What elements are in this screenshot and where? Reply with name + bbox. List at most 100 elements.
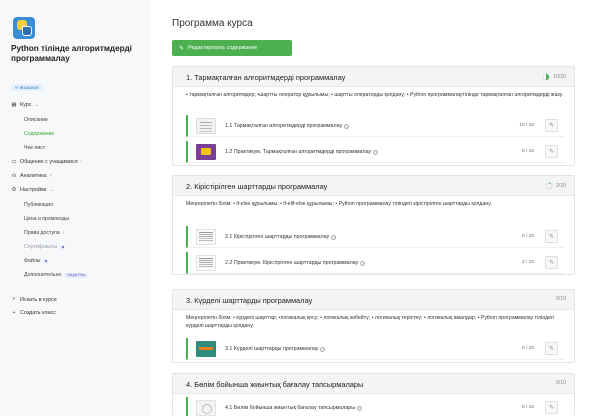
lesson-thumbnail (196, 229, 216, 245)
edit-lesson-button[interactable]: ✎ (545, 119, 558, 132)
help-icon[interactable]: ? (331, 234, 337, 240)
lesson-score: 0 / 10 (521, 346, 534, 351)
lesson-title-text: 1.2 Практикум. Тармақталған алгоритмдерд… (225, 149, 372, 155)
sidebar-item-description[interactable]: Описание (24, 117, 48, 123)
sidebar-item-checklist[interactable]: Чек-лист (24, 145, 45, 151)
lesson-title-text: 2.2 Практикум. Кірістірілген шарттарды п… (225, 260, 359, 266)
lesson-title[interactable]: 4.1 Бөлім бойынша жиынтық бағалау тапсыр… (225, 405, 363, 411)
lesson-title-text: 3.1 Күрделі шарттарды программалау (225, 346, 319, 352)
lesson-row[interactable]: 2.2 Практикум. Кірістірілген шарттарды п… (186, 252, 564, 274)
help-icon[interactable]: ? (344, 123, 350, 129)
course-title[interactable]: Python тілінде алгоритмдерді программала… (11, 44, 141, 64)
sidebar-item-analytics[interactable]: ılı Аналитика › (11, 173, 52, 179)
sidebar-item-label: Дополнительно (24, 272, 62, 278)
lesson-score: 10 / 10 (519, 123, 534, 128)
module-section: 4. Бөлім бойынша жиынтық бағалау тапсырм… (172, 373, 575, 416)
lesson-title[interactable]: 1.2 Практикум. Тармақталған алгоритмдерд… (225, 149, 379, 155)
section-progress-text: 0/10 (555, 296, 566, 302)
lesson-row[interactable]: 3.1 Күрделі шарттарды программалау ? 0 /… (186, 338, 564, 360)
lesson-title[interactable]: 3.1 Күрделі шарттарды программалау ? (225, 346, 326, 352)
lesson-score: 0 / 10 (521, 405, 534, 410)
lesson-score: 0 / 10 (521, 149, 534, 154)
help-icon[interactable]: ? (360, 260, 366, 266)
search-icon: ⌕ (12, 296, 16, 302)
section-progress: 2/20 (545, 182, 566, 190)
sidebar-item-create-class[interactable]: + Создать класс (11, 310, 56, 316)
grid-icon: ▦ (11, 102, 17, 108)
section-progress-text: 10/20 (553, 74, 566, 80)
page-title: Программа курса (172, 18, 253, 29)
sidebar-item-label: Искать в курсе (20, 296, 57, 303)
section-description: • тармақталған алгоритмдер; •шартты опер… (186, 92, 564, 98)
pencil-icon: ✎ (548, 405, 555, 411)
help-icon[interactable]: ? (373, 149, 379, 155)
sidebar-item-files[interactable]: Файлы (24, 258, 49, 264)
sidebar-item-label: Аналитика (20, 173, 47, 179)
lesson-row[interactable]: 1.2 Практикум. Тармақталған алгоритмдерд… (186, 141, 564, 163)
sidebar-item-settings[interactable]: ⚙ Настройки ⌄ (11, 187, 53, 193)
sidebar-item-label: Файлы (24, 258, 41, 264)
sidebar-item-label: Общение с учащимися (20, 159, 78, 165)
lesson-title[interactable]: 1.1 Тармақталған алгоритмдерді программа… (225, 123, 350, 129)
sidebar-item-publication[interactable]: Публикация (24, 202, 53, 208)
sidebar-item-label: Права доступа (24, 230, 60, 236)
status-badge: ✏ Жазылый (11, 84, 43, 91)
sidebar-item-additional[interactable]: Дополнительно Stepik Plus (24, 272, 89, 278)
lesson-thumbnail (196, 400, 216, 416)
section-title[interactable]: 3. Күрделі шарттарды программалау (186, 296, 312, 305)
sidebar-item-prices[interactable]: Цена и промокоды (24, 216, 69, 222)
progress-ring-icon (542, 73, 550, 81)
edit-lesson-button[interactable]: ✎ (545, 230, 558, 243)
sidebar-item-label: Настройки (20, 187, 47, 193)
edit-lesson-button[interactable]: ✎ (545, 145, 558, 158)
pencil-icon: ✎ (548, 149, 555, 155)
chevron-right-icon: › (49, 173, 52, 179)
sidebar-item-course[interactable]: ▦ Курс ⌄ (11, 102, 38, 108)
plus-icon: + (12, 310, 16, 316)
section-header: 2. Кірістірілген шарттарды программалау … (173, 176, 574, 196)
plus-badge-icon (60, 244, 66, 250)
section-progress: 0/10 (556, 380, 566, 386)
section-title[interactable]: 1. Тармақталған алгоритмдерді программал… (186, 73, 345, 82)
lesson-title-text: 1.1 Тармақталған алгоритмдерді программа… (225, 123, 343, 129)
section-progress: 10/20 (542, 73, 566, 81)
lesson-title[interactable]: 2.1 Кірістірілген шарттарды программалау… (225, 234, 337, 240)
lesson-row[interactable]: 1.1 Тармақталған алгоритмдерді программа… (186, 115, 564, 137)
pencil-icon: ✎ (548, 234, 555, 240)
lesson-title-text: 2.1 Кірістірілген шарттарды программалау (225, 234, 330, 240)
sidebar-item-search[interactable]: ⌕ Искать в курсе (11, 296, 57, 303)
lesson-row[interactable]: 2.1 Кірістірілген шарттарды программалау… (186, 226, 564, 248)
sidebar-item-contents[interactable]: Содержание (24, 131, 54, 137)
sidebar: Python тілінде алгоритмдерді программала… (0, 0, 150, 416)
pencil-icon: ✎ (548, 260, 555, 266)
section-progress-text: 2/20 (555, 183, 566, 189)
course-logo[interactable] (13, 17, 35, 39)
pencil-icon: ✎ (179, 45, 185, 52)
progress-ring-icon (545, 182, 553, 190)
sidebar-item-students[interactable]: ▭ Общение с учащимися › (11, 159, 82, 165)
sidebar-item-label: Курс (20, 102, 32, 108)
lesson-score: 0 / 10 (521, 234, 534, 239)
help-icon[interactable]: ? (357, 405, 363, 411)
section-description: Меңгерілетін білім: • күрделі шарттар; •… (186, 315, 555, 329)
lesson-thumbnail (196, 144, 216, 160)
help-icon[interactable]: ? (320, 346, 326, 352)
lesson-row[interactable]: 4.1 Бөлім бойынша жиынтық бағалау тапсыр… (186, 397, 564, 416)
lesson-thumbnail (196, 341, 216, 357)
edit-lesson-button[interactable]: ✎ (545, 401, 558, 414)
module-section: 2. Кірістірілген шарттарды программалау … (172, 175, 575, 275)
lesson-title[interactable]: 2.2 Практикум. Кірістірілген шарттарды п… (225, 260, 366, 266)
section-header: 3. Күрделі шарттарды программалау 0/10 (173, 290, 574, 310)
sidebar-item-access[interactable]: Права доступа › (24, 230, 64, 236)
plus-badge-icon (43, 258, 49, 264)
stepik-plus-badge: Stepik Plus (64, 272, 89, 278)
section-title[interactable]: 2. Кірістірілген шарттарды программалау (186, 182, 327, 191)
chevron-right-icon: › (80, 159, 83, 165)
edit-contents-button[interactable]: ✎ Редактировать содержание (172, 40, 292, 56)
section-title[interactable]: 4. Бөлім бойынша жиынтық бағалау тапсырм… (186, 380, 363, 389)
edit-lesson-button[interactable]: ✎ (545, 256, 558, 269)
edit-contents-label: Редактировать содержание (188, 45, 258, 51)
lesson-thumbnail (196, 118, 216, 134)
sidebar-item-certificates[interactable]: Сертификаты (24, 244, 66, 250)
edit-lesson-button[interactable]: ✎ (545, 342, 558, 355)
